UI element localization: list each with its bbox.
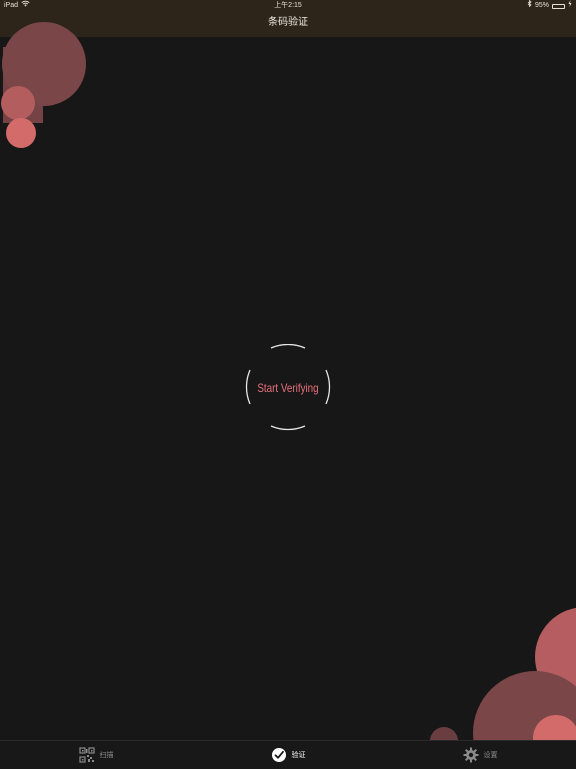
start-verifying-button[interactable]: Start Verifying (244, 344, 332, 432)
tab-settings[interactable]: 设置 (384, 741, 576, 769)
status-right: 95% (527, 0, 572, 12)
bluetooth-icon (527, 0, 532, 12)
verify-button-label: Start Verifying (257, 381, 319, 395)
battery-percent: 95% (534, 2, 549, 9)
tab-bar: 扫描 验证 设置 (0, 740, 576, 769)
tab-scan[interactable]: 扫描 (0, 741, 192, 769)
status-time: 上午2:15 (274, 2, 302, 9)
tab-verify-label: 验证 (291, 752, 306, 759)
bubble-small-top-left (6, 118, 36, 148)
check-circle-icon (271, 747, 287, 763)
top-bar: iPad 上午2:15 95% 条码验证 (0, 0, 576, 37)
bubble-medium-bottom-right (535, 607, 576, 707)
charging-icon (568, 0, 572, 12)
tab-verify[interactable]: 验证 (192, 741, 384, 769)
tab-scan-label: 扫描 (99, 752, 114, 759)
qrcode-icon (78, 747, 95, 763)
page-title: 条码验证 (268, 17, 308, 28)
gear-icon (463, 747, 479, 763)
battery-icon (552, 3, 565, 9)
status-bar: iPad 上午2:15 95% (0, 0, 576, 12)
tab-settings-label: 设置 (483, 752, 498, 759)
bubble-medium-top-left (1, 86, 35, 120)
bubble-rect-top-left (3, 47, 43, 123)
